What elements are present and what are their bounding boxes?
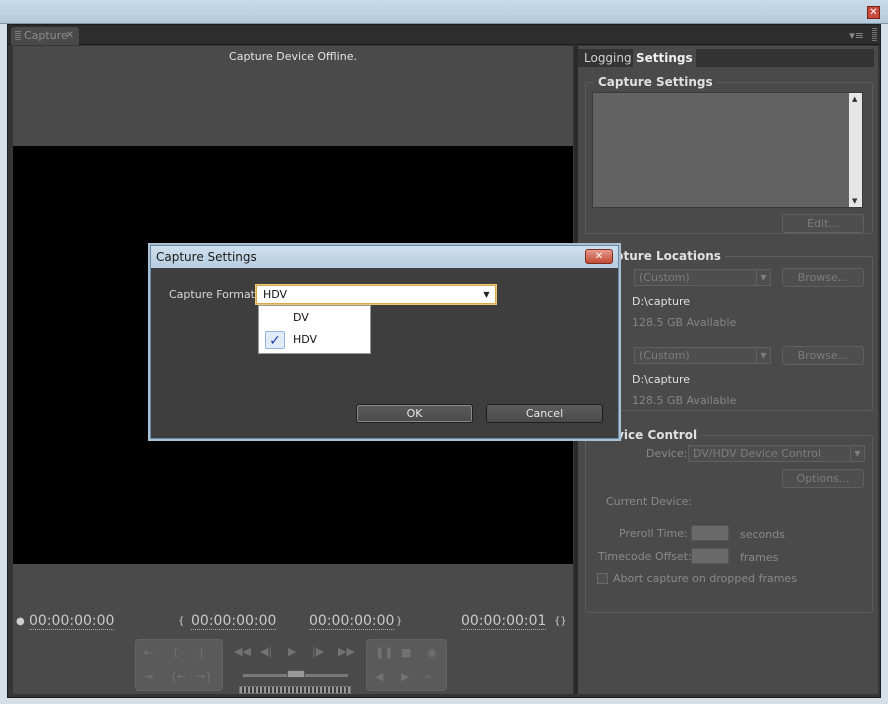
go-to-in-icon[interactable]: { [172,646,179,659]
device-combo[interactable]: DV/HDV Device Control ▼ [688,445,865,462]
pause-icon[interactable]: ❚❚ [375,646,393,659]
tab-capture[interactable]: Capture ✕ [11,27,79,45]
stop-icon[interactable]: ■ [401,646,411,659]
in-point-timecode[interactable]: 00:00:00:00 [191,613,277,630]
capture-format-value: HDV [263,288,288,301]
dialog-body: Capture Format: HDV ▼ DV ✓ HDV OK Cancel [153,268,616,436]
record-controls: ❚❚ ■ ◉ ◀ ▶ ⌁ [366,639,447,691]
settings-tab-bar: Logging Settings [578,49,874,67]
current-timecode[interactable]: 00:00:00:00 [29,613,115,630]
device-control-group: Device Control Device: DV/HDV Device Con… [585,428,873,613]
capture-settings-title: Capture Settings [594,75,717,89]
audio-available-space: 128.5 GB Available [632,394,737,407]
dialog-title-bar: Capture Settings ✕ [151,246,618,268]
device-status-text: Capture Device Offline. [229,50,357,63]
set-in-icon[interactable]: ⇤ [144,646,153,659]
checkmark-icon: ✓ [265,331,285,349]
set-out-icon[interactable]: ⇥ [144,670,153,683]
rewind-icon[interactable]: ◀◀ [234,645,251,658]
panel-menu-icon[interactable]: ▾≡ [849,29,864,42]
record-icon[interactable]: ◉ [427,646,437,659]
audio-browse-button[interactable]: Browse... [782,346,864,365]
format-option-label: HDV [293,333,318,346]
window-title-bar: ✕ [0,0,888,24]
audio-path: D:\capture [632,373,690,386]
tab-capture-label: Capture [24,29,68,42]
summary-scrollbar[interactable]: ▲ ▼ [849,93,862,207]
in-out-controls: ⇤ { } ⇥ {← →} [135,639,223,691]
window-close-icon[interactable]: ✕ [867,6,880,19]
chevron-down-icon: ▼ [756,348,770,363]
scroll-down-icon[interactable]: ▼ [852,197,857,205]
capture-locations-group: Capture Locations (Custom) ▼ Browse... D… [585,249,873,411]
capture-settings-summary: ▲ ▼ [592,92,863,208]
chevron-down-icon: ▼ [483,290,490,299]
play-icon[interactable]: ▶ [288,645,296,658]
video-path: D:\capture [632,295,690,308]
abort-capture-checkbox[interactable] [597,573,608,584]
format-option-dv[interactable]: DV [261,308,368,328]
tab-grip-icon[interactable] [15,31,21,41]
duration-icon: {} [554,616,567,627]
current-time-marker-icon: ● [16,616,25,627]
slow-reverse-icon[interactable]: ◀ [375,670,383,683]
timecode-offset-unit: frames [740,551,779,564]
chevron-down-icon: ▼ [850,446,864,461]
tab-settings[interactable]: Settings [633,49,696,67]
video-location-combo[interactable]: (Custom) ▼ [634,269,771,286]
video-location-value: (Custom) [639,271,690,284]
preroll-unit: seconds [740,528,785,541]
current-device-label: Current Device: [606,495,693,508]
shuttle-handle[interactable] [287,670,305,678]
capture-format-label: Capture Format: [169,288,259,301]
dialog-close-icon[interactable]: ✕ [585,249,613,264]
capture-format-dropdown: DV ✓ HDV [258,305,371,354]
preroll-label: Preroll Time: [619,527,688,540]
settings-panel: Logging Settings Capture Settings ▲ ▼ Ed… [578,46,878,694]
transport-controls: ◀◀ ◀| ▶ |▶ ▶▶ [228,639,361,691]
tab-logging[interactable]: Logging [581,49,635,67]
step-in-icon[interactable]: {← [170,670,186,683]
video-available-space: 128.5 GB Available [632,316,737,329]
timecode-offset-input[interactable] [691,548,729,564]
tab-close-icon[interactable]: ✕ [66,27,74,45]
format-option-label: DV [293,311,309,324]
out-point-timecode[interactable]: 00:00:00:00 [309,613,395,630]
capture-settings-dialog: Capture Settings ✕ Capture Format: HDV ▼… [150,245,619,439]
format-option-hdv[interactable]: ✓ HDV [261,330,368,350]
device-label: Device: [646,447,688,460]
edit-button[interactable]: Edit... [782,214,864,233]
slow-play-icon[interactable]: ▶ [401,670,409,683]
panel-grip-icon[interactable] [872,28,877,41]
video-browse-button[interactable]: Browse... [782,268,864,287]
dialog-title: Capture Settings [156,250,257,264]
timecode-offset-label: Timecode Offset: [598,550,692,563]
capture-settings-group: Capture Settings ▲ ▼ Edit... [585,75,873,234]
ok-button[interactable]: OK [356,404,473,423]
fast-forward-icon[interactable]: ▶▶ [338,645,355,658]
scroll-up-icon[interactable]: ▲ [852,95,857,103]
cancel-button[interactable]: Cancel [486,404,603,423]
duration-timecode[interactable]: 00:00:00:01 [461,613,547,630]
abort-capture-label: Abort capture on dropped frames [613,572,797,585]
audio-location-combo[interactable]: (Custom) ▼ [634,347,771,364]
device-value: DV/HDV Device Control [693,447,821,460]
step-out-icon[interactable]: →} [196,670,212,683]
preroll-input[interactable] [691,525,729,541]
audio-location-value: (Custom) [639,349,690,362]
capture-format-select[interactable]: HDV ▼ [256,285,496,304]
step-back-icon[interactable]: ◀| [260,645,272,658]
panel-tab-bar: Capture ✕ ▾≡ [8,25,880,45]
in-point-icon: { [178,616,185,627]
scene-detect-icon[interactable]: ⌁ [425,670,432,683]
step-forward-icon[interactable]: |▶ [312,645,324,658]
chevron-down-icon: ▼ [756,270,770,285]
out-point-icon: } [396,616,403,627]
go-to-out-icon[interactable]: } [198,646,205,659]
jog-wheel[interactable] [239,686,351,694]
options-button[interactable]: Options... [782,469,864,488]
